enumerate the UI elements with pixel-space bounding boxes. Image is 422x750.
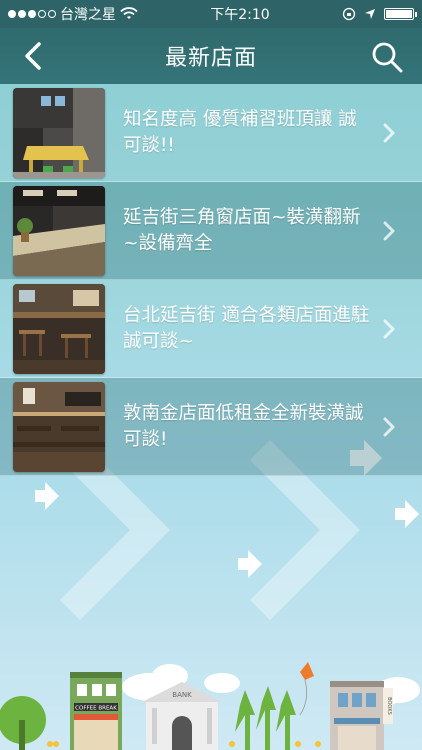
coffee-sign: COFFEE BREAK [75, 706, 117, 712]
listing-list: 知名度高 優質補習班頂讓 誠可談!! 延吉街三角窗店面~裝潢翻新~設備齊全 台北… [0, 84, 422, 476]
carrier-name: 台灣之星 [60, 7, 116, 23]
listing-thumbnail [13, 185, 105, 276]
listing-item[interactable]: 延吉街三角窗店面~裝潢翻新~設備齊全 [0, 182, 422, 280]
listing-thumbnail [13, 283, 105, 374]
signal-strength-icon [8, 10, 56, 18]
listing-thumbnail [13, 87, 105, 178]
bank-sign: BANK [172, 691, 192, 699]
bar-counter-photo [13, 185, 105, 276]
listing-title: 知名度高 優質補習班頂讓 誠可談!! [123, 108, 357, 156]
status-right [342, 7, 417, 21]
navigation-bar: 最新店面 [0, 28, 422, 84]
page-title: 最新店面 [164, 46, 257, 71]
status-bar: 台灣之星 下午2:10 [0, 0, 422, 28]
chevron-right-icon [383, 319, 395, 339]
listing-title: 延吉街三角窗店面~裝潢翻新~設備齊全 [123, 206, 361, 254]
classroom-photo [13, 87, 105, 178]
books-sign: BOOKS [386, 697, 392, 715]
search-button[interactable] [370, 40, 404, 74]
chevron-right-icon [383, 221, 395, 241]
listing-title: 敦南金店面低租金全新裝潢誠可談! [123, 402, 364, 450]
listing-item[interactable]: 知名度高 優質補習班頂讓 誠可談!! [0, 84, 422, 182]
chevron-right-icon [383, 123, 395, 143]
listing-item[interactable]: 台北延吉街 適合各類店面進駐 誠可談~ [0, 280, 422, 378]
battery-icon [383, 8, 417, 20]
orientation-lock-icon [342, 7, 356, 21]
restaurant-photo [13, 283, 105, 374]
battery-fill [385, 10, 412, 18]
chevron-right-icon [383, 417, 395, 437]
location-icon [364, 9, 375, 19]
listing-title: 台北延吉街 適合各類店面進駐 誠可談~ [123, 304, 370, 352]
status-time: 下午2:10 [210, 7, 270, 23]
listing-item[interactable]: 敦南金店面低租金全新裝潢誠可談! [0, 378, 422, 476]
status-left: 台灣之星 [8, 4, 138, 24]
wifi-icon [120, 7, 138, 19]
listing-thumbnail [13, 381, 105, 472]
dining-room-photo [13, 381, 105, 472]
back-button[interactable] [18, 40, 50, 72]
